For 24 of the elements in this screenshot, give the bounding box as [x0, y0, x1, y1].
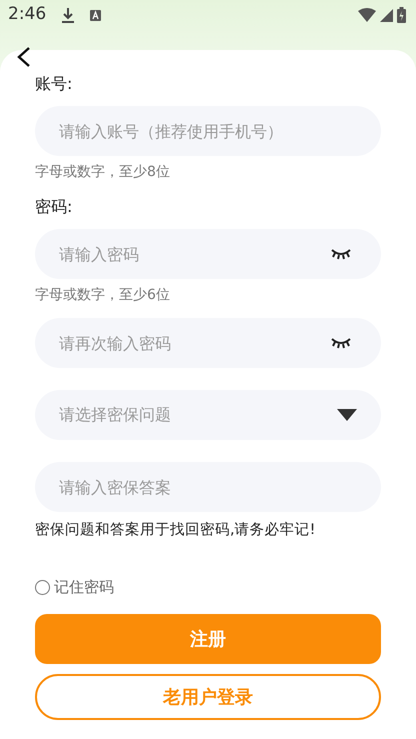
dropdown-caret-icon[interactable]: [337, 409, 357, 421]
battery-icon: [397, 7, 406, 23]
remember-radio[interactable]: [35, 580, 50, 594]
question-select[interactable]: 请选择密保问题: [35, 390, 381, 440]
note-text: 密保问题和答案用于找回密码,请务必牢记!: [35, 520, 316, 540]
password-field[interactable]: 请再次输入密码: [35, 318, 381, 368]
input-field[interactable]: 请输入账号（推荐使用手机号）: [35, 106, 381, 156]
eye-closed-icon[interactable]: [331, 248, 351, 260]
input-field[interactable]: 请输入密保答案: [35, 462, 381, 512]
wifi-icon: [358, 8, 376, 22]
back-icon[interactable]: [16, 46, 32, 68]
register-button[interactable]: 注册: [35, 614, 381, 664]
password-field[interactable]: 请输入密码: [35, 229, 381, 279]
keyboard-app-icon: [90, 10, 102, 20]
field-label: 密码:: [35, 196, 74, 218]
download-icon: [62, 8, 74, 22]
signal-icon: [380, 8, 393, 22]
login-button[interactable]: 老用户登录: [35, 674, 381, 720]
field-hint: 字母或数字，至少6位: [35, 286, 171, 305]
remember-label[interactable]: 记住密码: [54, 576, 114, 598]
status-time: 2:46: [8, 3, 46, 26]
field-label: 账号:: [35, 73, 74, 95]
field-hint: 字母或数字，至少8位: [35, 163, 171, 182]
eye-closed-icon[interactable]: [331, 337, 351, 349]
